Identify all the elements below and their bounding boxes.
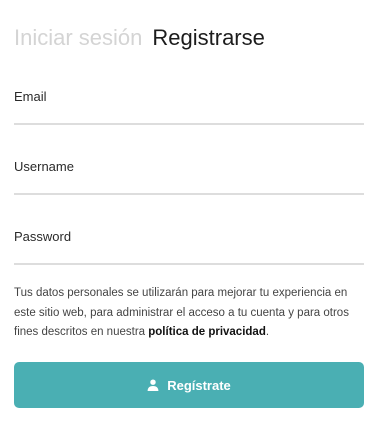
username-input[interactable] [14,177,364,191]
email-underline [14,123,364,125]
password-input[interactable] [14,247,364,261]
tab-register[interactable]: Registrarse [152,23,264,53]
username-label: Username [14,159,74,174]
email-label: Email [14,89,47,104]
user-icon [147,379,159,391]
password-underline [14,263,364,265]
email-input[interactable] [14,107,364,121]
username-underline [14,193,364,195]
privacy-policy-link[interactable]: política de privacidad [148,326,266,338]
register-button-label: Regístrate [167,377,231,393]
privacy-notice: Tus datos personales se utilizarán para … [14,284,364,343]
register-button[interactable]: Regístrate [14,362,364,408]
privacy-text-end: . [265,326,270,338]
tab-login[interactable]: Iniciar sesión [14,23,142,53]
auth-tabs: Iniciar sesión Registrarse [14,23,265,53]
password-label: Password [14,229,72,244]
